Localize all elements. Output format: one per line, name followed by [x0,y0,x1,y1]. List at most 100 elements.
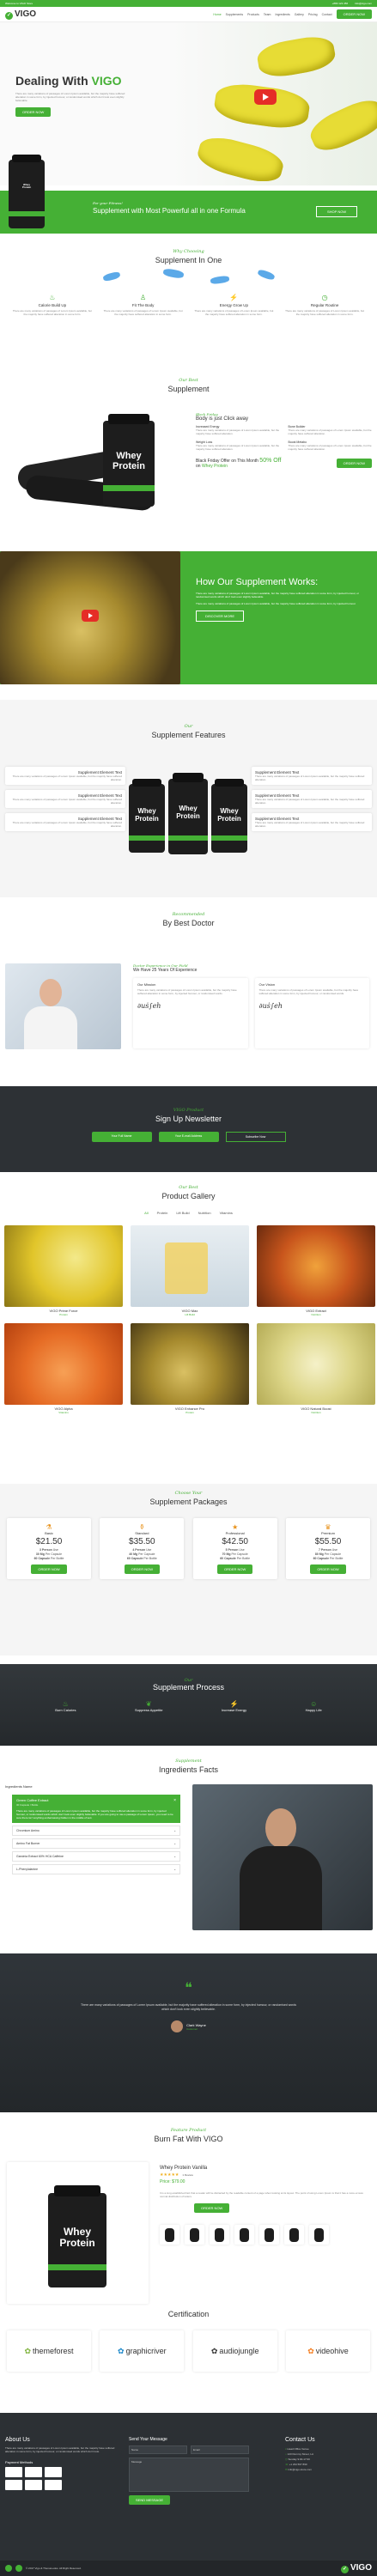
product-thumbnail[interactable] [259,2225,279,2245]
name-input[interactable]: Your Full Name [91,1132,152,1142]
about-title: Supplement [167,385,210,393]
product-thumbnail[interactable] [210,2225,229,2245]
gallery-item[interactable]: VIGO Max Lift Build [131,1225,249,1316]
nav-item-pricing[interactable]: Pricing [308,13,318,16]
why-item: ⚡ Energy Grow Up There are many variations… [193,294,275,316]
accordion-item[interactable]: Amino Fat Burner ⌄ [12,1838,180,1849]
doctor-heading: We Have 25 Years Of Experience [133,968,198,973]
process-step: ☺ Happy Life [305,1700,322,1712]
footer-form: Send Your Message Name Email Message SEN… [129,2437,249,2505]
product-thumbnail[interactable] [185,2225,204,2245]
product-thumbnail[interactable] [160,2225,179,2245]
product-thumbnail[interactable] [309,2225,329,2245]
accordion-item[interactable]: Chromium Amino ⌄ [12,1826,180,1836]
filter-nutrition[interactable]: Nutrition [198,1211,211,1215]
video-play-icon[interactable] [254,89,277,105]
cert-logo-graphicriver[interactable]: ✿ graphicriver [100,2330,185,2372]
nav-item-gallery[interactable]: Gallery [295,13,304,16]
package-order-button[interactable]: ORDER NOW [216,1564,253,1574]
how-discover-button[interactable]: DISCOVER MORE [196,611,245,622]
accordion-item[interactable]: L-Phenylalanine ⌄ [12,1864,180,1874]
phone-text[interactable]: +880 123 456 [332,2,348,5]
flame-icon: ♨ [49,294,56,301]
nav-item-products[interactable]: Products [247,13,259,16]
cert-logo-themeforest[interactable]: ✿ themeforest [7,2330,91,2372]
hero-description: There are many variations of passages of… [15,92,125,102]
footer-logo[interactable]: ✓ VIGO [340,2563,372,2573]
signature-image: ∂uṡ∫eh [258,1002,283,1010]
video-thumbnail[interactable] [0,551,180,684]
process-section: Our Supplement Process ♨ Burn Calories ❦ Su… [0,1664,377,1746]
package-order-button[interactable]: ORDER NOW [31,1564,67,1574]
doctor-content: Doctor Experience in Our Field We Have 2… [133,963,369,1048]
gallery-item[interactable]: VIGO Enhance Pro Protein [131,1323,249,1414]
email-text[interactable]: info@vigo.com [355,2,372,5]
nav-item-supplements[interactable]: Supplements [226,13,243,16]
process-step: ⚡ Increase Energy [221,1700,247,1712]
subscribe-button[interactable]: Subscribe Now [225,1132,286,1142]
footer-email-input[interactable]: Email [191,2445,249,2454]
chevron-down-icon: ⌄ [173,1855,176,1858]
product-jar-image: Whey Protein [103,414,155,507]
why-item: ◷ Regular Routine There are many variation… [284,294,366,316]
facebook-icon[interactable] [5,2565,12,2572]
filter-protein[interactable]: Protein [157,1211,168,1215]
email-input[interactable]: Your E-mail Address [158,1132,219,1142]
gallery-item[interactable]: VIGO Prime Force Protein [4,1225,123,1316]
newsletter-subtitle: VIGO Product [173,1108,204,1113]
why-item-desc: There are many variations of passages of… [12,309,92,316]
features-title: Supplement Features [151,731,226,739]
play-icon[interactable] [82,610,99,622]
why-item: ♨ Calorie Build Up There are many variatio… [11,294,93,316]
nav-item-team[interactable]: Team [264,13,271,16]
banner-shop-button[interactable]: SHOP NOW [316,206,358,217]
about-order-button[interactable]: ORDER NOW [336,459,372,468]
product-subtitle: Feature Product [170,2128,207,2133]
features-right: Supplement Element Text There are many va… [252,767,372,831]
product-thumbnail[interactable] [284,2225,304,2245]
package-order-button[interactable]: ORDER NOW [124,1564,160,1574]
send-message-button[interactable]: SEND MESSAGE [129,2495,171,2505]
package-order-button[interactable]: ORDER NOW [310,1564,346,1574]
feature-card: Supplement Element Text There are many va… [252,767,372,785]
twitter-icon[interactable] [15,2565,22,2572]
review-count[interactable]: 1 Review [182,2173,192,2177]
nav-item-contact[interactable]: Contact [322,13,332,16]
testimonial-section: ❝ There are many variations of passages … [0,1953,377,2112]
card-icon [45,2480,62,2490]
filter-vitamins[interactable]: Vitamins [220,1211,233,1215]
gallery-item[interactable]: VIGO Natural Boost Nutrition [257,1323,375,1414]
nav-item-ingredients[interactable]: Ingredients [275,13,289,16]
product-order-button[interactable]: ORDER NOW [194,2203,230,2213]
runner-icon: ★ [232,1523,239,1531]
why-subtitle: Why Choosing [173,249,204,254]
package-card: ★ Professional $42.50 5 Person Use 70 Mg Per… [192,1518,277,1579]
filter-all[interactable]: All [144,1211,148,1215]
footer-message-input[interactable]: Message [129,2458,249,2492]
cert-logo-videohive[interactable]: ✿ videohive [285,2330,370,2372]
energy-icon: ⚡ [229,294,239,301]
nav-item-home[interactable]: Home [213,13,221,16]
leaf-icon: ✿ [118,2346,125,2355]
banner-subtitle: For your Fitness! [93,201,123,205]
product-description: It is a long established fact that a rea… [160,2191,363,2198]
process-steps: ♨ Burn Calories ❦ Suppress Appetite ⚡ Incre… [0,1700,377,1712]
logo[interactable]: ✓ VIGO [5,9,36,20]
footer-name-input[interactable]: Name [129,2445,187,2454]
cert-logo-audiojungle[interactable]: ✿ audiojungle [192,2330,277,2372]
gallery-item[interactable]: VIGO Extract Nutrition [257,1225,375,1316]
filter-lift-build[interactable]: Lift Build [176,1211,189,1215]
gallery-item[interactable]: VIGO Alpha Vitamins [4,1323,123,1414]
accordion-item[interactable]: Garcinia Extract 60% HCA Caffeine ⌄ [12,1851,180,1862]
accordion-open-item[interactable]: Green Coffee Extract × 30 Capsule / Bottl… [12,1795,180,1823]
hero-order-button[interactable]: ORDER NOW [15,107,52,117]
nav-order-button[interactable]: ORDER NOW [336,9,372,19]
product-jar-image: Whey Protein [9,154,45,228]
why-item-title: Calorie Build Up [38,303,67,307]
clock-icon: ◷ [321,294,328,301]
why-item-desc: There are many variations of passages of… [285,309,365,316]
gallery-filters: All Protein Lift Build Nutrition Vitamin… [0,1211,377,1215]
feature-item: Boost Metabo There are many variations of… [288,440,372,451]
product-thumbnail[interactable] [234,2225,254,2245]
packages-title: Supplement Packages [149,1498,228,1506]
